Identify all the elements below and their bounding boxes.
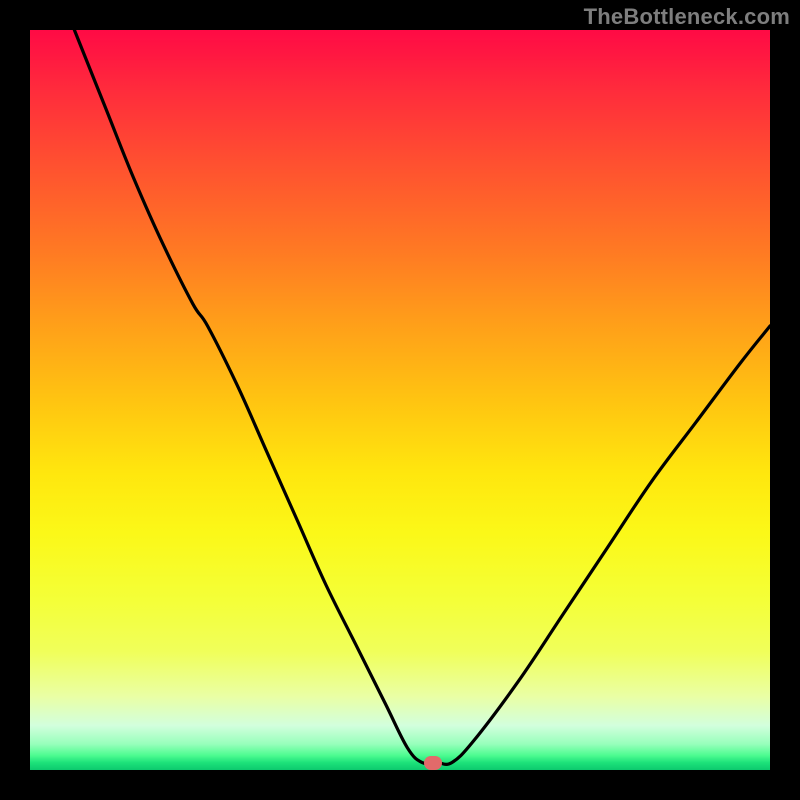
plot-area bbox=[30, 30, 770, 770]
chart-frame: TheBottleneck.com bbox=[0, 0, 800, 800]
watermark-text: TheBottleneck.com bbox=[584, 4, 790, 30]
bottleneck-curve bbox=[30, 30, 770, 770]
